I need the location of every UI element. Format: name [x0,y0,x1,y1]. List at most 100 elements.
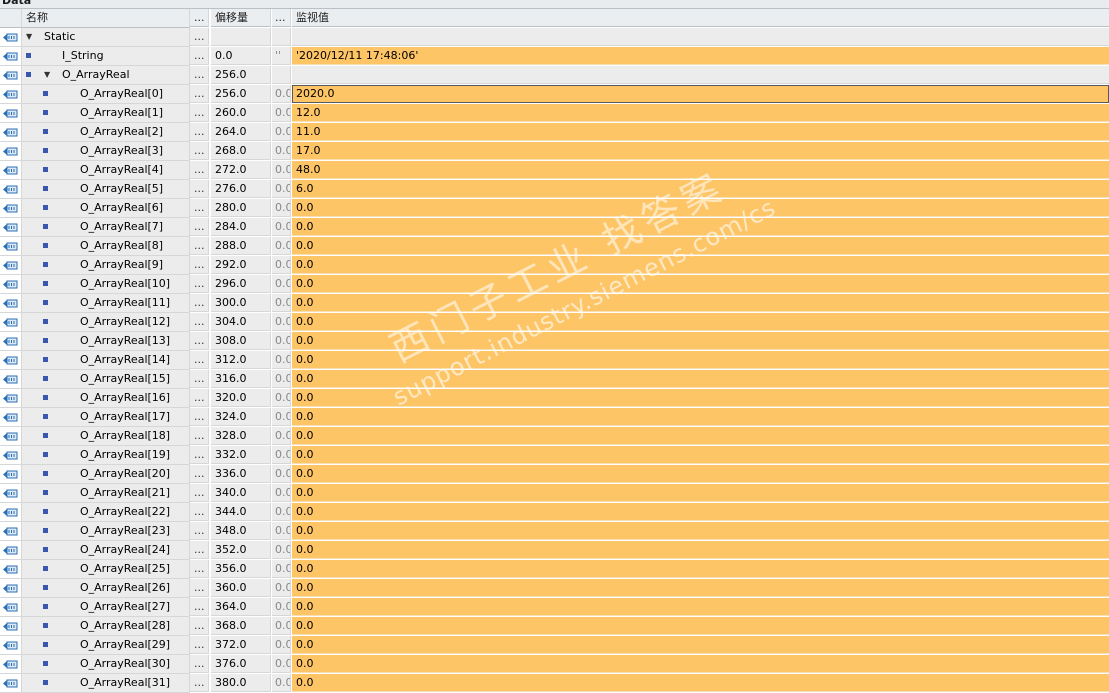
row-dots-button[interactable]: ... [190,636,209,654]
row-dots-button[interactable]: ... [190,674,209,692]
table-row[interactable]: O_ArrayReal[9]... 292.0 0.0 0.0 [0,256,1109,275]
row-dots-button[interactable]: ... [190,256,209,274]
row-monitor-value[interactable]: 0.0 [292,370,1109,388]
header-name[interactable]: 名称 [22,9,190,28]
row-name-cell[interactable]: ▼ O_ArrayReal [22,66,190,85]
row-dots-button[interactable]: ... [190,370,209,388]
row-dots-button[interactable]: ... [190,598,209,616]
table-row[interactable]: O_ArrayReal[17]... 324.0 0.0 0.0 [0,408,1109,427]
row-monitor-value[interactable]: 0.0 [292,522,1109,540]
header-dots-2[interactable]: ... [272,9,291,27]
row-dots-button[interactable]: ... [190,579,209,597]
table-row[interactable]: O_ArrayReal[29]... 372.0 0.0 0.0 [0,636,1109,655]
row-dots-button[interactable]: ... [190,541,209,559]
table-row[interactable]: O_ArrayReal[0]... 256.0 0.0 2020.0 [0,85,1109,104]
row-dots-button[interactable]: ... [190,275,209,293]
row-monitor-value[interactable]: 2020.0 [292,85,1109,103]
row-dots-button[interactable]: ... [190,66,209,84]
table-row[interactable]: O_ArrayReal[11]... 300.0 0.0 0.0 [0,294,1109,313]
row-monitor-value[interactable]: 0.0 [292,465,1109,483]
row-name-cell[interactable]: O_ArrayReal[0] [22,85,190,104]
row-dots-button[interactable]: ... [190,427,209,445]
row-name-cell[interactable]: O_ArrayReal[10] [22,275,190,294]
row-dots-button[interactable]: ... [190,446,209,464]
row-name-cell[interactable]: O_ArrayReal[21] [22,484,190,503]
row-dots-button[interactable]: ... [190,294,209,312]
table-row[interactable]: O_ArrayReal[21]... 340.0 0.0 0.0 [0,484,1109,503]
row-dots-button[interactable]: ... [190,389,209,407]
table-row[interactable]: O_ArrayReal[31]... 380.0 0.0 0.0 [0,674,1109,693]
row-monitor-value[interactable]: 12.0 [292,104,1109,122]
table-row[interactable]: O_ArrayReal[4]... 272.0 0.0 48.0 [0,161,1109,180]
row-monitor-value[interactable]: 0.0 [292,294,1109,312]
row-monitor-value[interactable]: 11.0 [292,123,1109,141]
row-monitor-value[interactable]: 0.0 [292,351,1109,369]
row-monitor-value[interactable]: 0.0 [292,541,1109,559]
table-row[interactable]: O_ArrayReal[26]... 360.0 0.0 0.0 [0,579,1109,598]
row-name-cell[interactable]: O_ArrayReal[25] [22,560,190,579]
row-monitor-value[interactable]: 0.0 [292,598,1109,616]
row-name-cell[interactable]: O_ArrayReal[13] [22,332,190,351]
table-row[interactable]: O_ArrayReal[30]... 376.0 0.0 0.0 [0,655,1109,674]
row-name-cell[interactable]: O_ArrayReal[3] [22,142,190,161]
row-dots-button[interactable]: ... [190,503,209,521]
row-dots-button[interactable]: ... [190,332,209,350]
row-name-cell[interactable]: O_ArrayReal[18] [22,427,190,446]
row-monitor-value[interactable]: 0.0 [292,427,1109,445]
row-name-cell[interactable]: O_ArrayReal[11] [22,294,190,313]
table-row[interactable]: I_String... 0.0 '' '2020/12/11 17:48:06' [0,47,1109,66]
row-dots-button[interactable]: ... [190,47,209,65]
table-row[interactable]: O_ArrayReal[16]... 320.0 0.0 0.0 [0,389,1109,408]
row-name-cell[interactable]: O_ArrayReal[9] [22,256,190,275]
table-row[interactable]: O_ArrayReal[23]... 348.0 0.0 0.0 [0,522,1109,541]
row-monitor-value[interactable]: 0.0 [292,313,1109,331]
header-dots[interactable]: ... [190,9,209,27]
row-monitor-value[interactable]: 0.0 [292,237,1109,255]
row-monitor-value[interactable]: 6.0 [292,180,1109,198]
row-monitor-value[interactable]: 0.0 [292,674,1109,692]
table-row[interactable]: O_ArrayReal[7]... 284.0 0.0 0.0 [0,218,1109,237]
row-name-cell[interactable]: O_ArrayReal[12] [22,313,190,332]
row-monitor-value[interactable]: 0.0 [292,332,1109,350]
row-name-cell[interactable]: O_ArrayReal[28] [22,617,190,636]
row-name-cell[interactable]: O_ArrayReal[20] [22,465,190,484]
row-dots-button[interactable]: ... [190,237,209,255]
table-row[interactable]: O_ArrayReal[22]... 344.0 0.0 0.0 [0,503,1109,522]
row-dots-button[interactable]: ... [190,199,209,217]
table-row[interactable]: O_ArrayReal[10]... 296.0 0.0 0.0 [0,275,1109,294]
row-monitor-value[interactable]: 0.0 [292,484,1109,502]
row-name-cell[interactable]: O_ArrayReal[4] [22,161,190,180]
table-row[interactable]: O_ArrayReal[27]... 364.0 0.0 0.0 [0,598,1109,617]
row-dots-button[interactable]: ... [190,313,209,331]
table-row[interactable]: ▼ O_ArrayReal... 256.0 [0,66,1109,85]
row-monitor-value[interactable]: 0.0 [292,408,1109,426]
row-monitor-value[interactable]: 0.0 [292,256,1109,274]
row-monitor-value[interactable]: 0.0 [292,617,1109,635]
table-row[interactable]: O_ArrayReal[2]... 264.0 0.0 11.0 [0,123,1109,142]
table-row[interactable]: O_ArrayReal[19]... 332.0 0.0 0.0 [0,446,1109,465]
row-name-cell[interactable]: O_ArrayReal[30] [22,655,190,674]
row-name-cell[interactable]: O_ArrayReal[23] [22,522,190,541]
triangle-down-icon[interactable]: ▼ [44,66,54,84]
table-row[interactable]: O_ArrayReal[28]... 368.0 0.0 0.0 [0,617,1109,636]
row-monitor-value[interactable]: 0.0 [292,218,1109,236]
table-row[interactable]: O_ArrayReal[5]... 276.0 0.0 6.0 [0,180,1109,199]
table-row[interactable]: O_ArrayReal[3]... 268.0 0.0 17.0 [0,142,1109,161]
row-dots-button[interactable]: ... [190,180,209,198]
row-name-cell[interactable]: O_ArrayReal[26] [22,579,190,598]
row-dots-button[interactable]: ... [190,522,209,540]
table-row[interactable]: O_ArrayReal[14]... 312.0 0.0 0.0 [0,351,1109,370]
table-row[interactable]: O_ArrayReal[13]... 308.0 0.0 0.0 [0,332,1109,351]
row-monitor-value[interactable]: 48.0 [292,161,1109,179]
row-dots-button[interactable]: ... [190,617,209,635]
row-name-cell[interactable]: O_ArrayReal[17] [22,408,190,427]
row-name-cell[interactable]: I_String [22,47,190,66]
row-monitor-value[interactable]: 0.0 [292,655,1109,673]
triangle-down-icon[interactable]: ▼ [26,28,36,46]
table-row[interactable]: O_ArrayReal[6]... 280.0 0.0 0.0 [0,199,1109,218]
row-dots-button[interactable]: ... [190,142,209,160]
table-row[interactable]: ▼ Static... [0,28,1109,47]
row-dots-button[interactable]: ... [190,218,209,236]
header-offset[interactable]: 偏移量 [211,9,271,27]
row-name-cell[interactable]: ▼ Static [22,28,190,47]
